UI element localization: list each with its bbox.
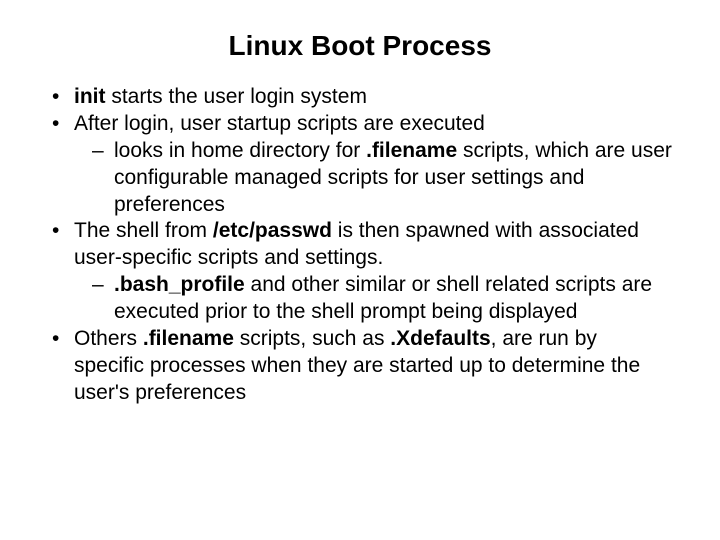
slide-title: Linux Boot Process [40,30,680,62]
bullet-2-sub-1-bold: .filename [366,139,457,162]
bullet-3-sublist: .bash_profile and other similar or shell… [74,272,672,326]
bullet-4-bold2: .Xdefaults [390,327,490,350]
bullet-4-bold1: .filename [143,327,234,350]
bullet-2-sub-1-pre: looks in home directory for [114,139,366,162]
bullet-3-bold: /etc/passwd [213,219,332,242]
bullet-2: After login, user startup scripts are ex… [48,111,672,219]
bullet-4-mid: scripts, such as [234,327,390,350]
bullet-3-pre: The shell from [74,219,213,242]
bullet-2-sub-1: looks in home directory for .filename sc… [92,138,672,219]
bullet-2-text: After login, user startup scripts are ex… [74,112,485,135]
slide: Linux Boot Process init starts the user … [0,0,720,540]
bullet-2-sublist: looks in home directory for .filename sc… [74,138,672,219]
bullet-1: init starts the user login system [48,84,672,111]
bullet-3-sub-1-bold: .bash_profile [114,273,245,296]
bullet-3-sub-1: .bash_profile and other similar or shell… [92,272,672,326]
bullet-1-text: starts the user login system [106,85,367,108]
bullet-4-pre: Others [74,327,143,350]
bullet-list: init starts the user login system After … [40,84,680,407]
bullet-4: Others .filename scripts, such as .Xdefa… [48,326,672,407]
bullet-3: The shell from /etc/passwd is then spawn… [48,218,672,326]
bullet-1-bold: init [74,85,106,108]
